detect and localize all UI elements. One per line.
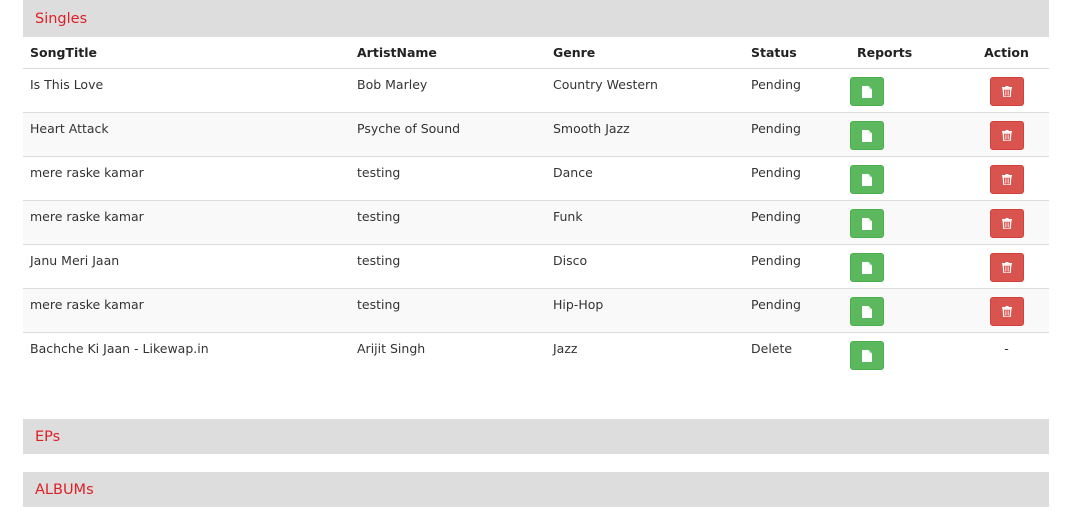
report-button[interactable] bbox=[850, 121, 884, 150]
file-icon bbox=[862, 305, 872, 318]
song-title: mere raske kamar bbox=[23, 200, 350, 245]
column-header-action: Action bbox=[964, 37, 1049, 69]
trash-icon bbox=[1001, 130, 1012, 141]
trash-icon bbox=[1001, 218, 1012, 229]
file-icon bbox=[862, 217, 872, 230]
genre: Hip-Hop bbox=[546, 288, 744, 333]
artist-name: Arijit Singh bbox=[357, 341, 426, 356]
no-action-text: - bbox=[1004, 341, 1009, 356]
table-row: Bachche Ki Jaan - Likewap.in Arijit Sing… bbox=[23, 333, 1049, 377]
table-row: Is This Love Bob Marley Country Western … bbox=[23, 68, 1049, 113]
singles-table: SongTitle ArtistName Genre Status Report… bbox=[23, 37, 1049, 377]
genre: Dance bbox=[546, 156, 744, 201]
reports-cell bbox=[850, 200, 964, 245]
delete-button[interactable] bbox=[989, 121, 1024, 150]
report-button[interactable] bbox=[850, 77, 884, 106]
song-title: mere raske kamar bbox=[23, 288, 350, 333]
column-header-genre: Genre bbox=[546, 37, 744, 69]
action-cell bbox=[964, 200, 1049, 245]
genre: Jazz bbox=[553, 341, 578, 356]
song-title: Heart Attack bbox=[23, 112, 350, 157]
status: Pending bbox=[744, 200, 850, 245]
reports-cell bbox=[850, 156, 964, 201]
reports-cell bbox=[850, 288, 964, 333]
action-cell: - bbox=[964, 333, 1049, 377]
file-icon bbox=[862, 349, 872, 362]
song-title: Bachche Ki Jaan - Likewap.in bbox=[30, 341, 209, 356]
action-cell bbox=[964, 156, 1049, 201]
report-button[interactable] bbox=[850, 297, 884, 326]
action-cell bbox=[964, 288, 1049, 333]
report-button[interactable] bbox=[850, 341, 884, 370]
reports-cell bbox=[850, 68, 964, 113]
albums-section-header[interactable]: ALBUMs bbox=[23, 472, 1049, 507]
delete-button[interactable] bbox=[989, 209, 1024, 238]
eps-section-title: EPs bbox=[35, 428, 61, 445]
song-title: Is This Love bbox=[23, 68, 350, 113]
genre: Funk bbox=[546, 200, 744, 245]
column-header-reports: Reports bbox=[850, 37, 964, 69]
report-button[interactable] bbox=[850, 165, 884, 194]
table-row: Janu Meri Jaan testing Disco Pending bbox=[23, 244, 1049, 289]
table-row: mere raske kamar testing Funk Pending bbox=[23, 200, 1049, 245]
delete-button[interactable] bbox=[989, 253, 1024, 282]
status: Pending bbox=[744, 112, 850, 157]
trash-icon bbox=[1001, 306, 1012, 317]
trash-icon bbox=[1001, 174, 1012, 185]
delete-button[interactable] bbox=[989, 77, 1024, 106]
file-icon bbox=[862, 85, 872, 98]
delete-button[interactable] bbox=[989, 165, 1024, 194]
reports-cell bbox=[850, 112, 964, 157]
artist-name: testing bbox=[350, 244, 546, 289]
action-cell bbox=[964, 68, 1049, 113]
status: Pending bbox=[744, 68, 850, 113]
trash-icon bbox=[1001, 86, 1012, 97]
genre: Smooth Jazz bbox=[546, 112, 744, 157]
column-header-songtitle: SongTitle bbox=[23, 37, 350, 69]
status: Pending bbox=[744, 156, 850, 201]
file-icon bbox=[862, 129, 872, 142]
trash-icon bbox=[1001, 262, 1012, 273]
reports-cell bbox=[850, 244, 964, 289]
report-button[interactable] bbox=[850, 253, 884, 282]
genre: Disco bbox=[546, 244, 744, 289]
column-header-artistname: ArtistName bbox=[350, 37, 546, 69]
table-row: mere raske kamar testing Dance Pending bbox=[23, 156, 1049, 201]
report-button[interactable] bbox=[850, 209, 884, 238]
status: Delete bbox=[751, 341, 793, 356]
artist-name: testing bbox=[350, 156, 546, 201]
artist-name: Psyche of Sound bbox=[350, 112, 546, 157]
delete-button[interactable] bbox=[989, 297, 1024, 326]
column-header-status: Status bbox=[744, 37, 850, 69]
artist-name: testing bbox=[350, 288, 546, 333]
file-icon bbox=[862, 173, 872, 186]
eps-section-header[interactable]: EPs bbox=[23, 419, 1049, 454]
singles-section-header[interactable]: Singles bbox=[23, 0, 1049, 37]
status: Pending bbox=[744, 244, 850, 289]
action-cell bbox=[964, 244, 1049, 289]
genre: Country Western bbox=[546, 68, 744, 113]
status: Pending bbox=[744, 288, 850, 333]
artist-name: Bob Marley bbox=[350, 68, 546, 113]
table-row: Heart Attack Psyche of Sound Smooth Jazz… bbox=[23, 112, 1049, 157]
song-title: Janu Meri Jaan bbox=[23, 244, 350, 289]
table-row: mere raske kamar testing Hip-Hop Pending bbox=[23, 288, 1049, 333]
song-title: mere raske kamar bbox=[23, 156, 350, 201]
file-icon bbox=[862, 261, 872, 274]
action-cell bbox=[964, 112, 1049, 157]
table-header-row: SongTitle ArtistName Genre Status Report… bbox=[23, 37, 1049, 69]
reports-cell bbox=[850, 333, 964, 377]
artist-name: testing bbox=[350, 200, 546, 245]
albums-section-title: ALBUMs bbox=[35, 481, 94, 498]
singles-section-title: Singles bbox=[35, 10, 88, 27]
